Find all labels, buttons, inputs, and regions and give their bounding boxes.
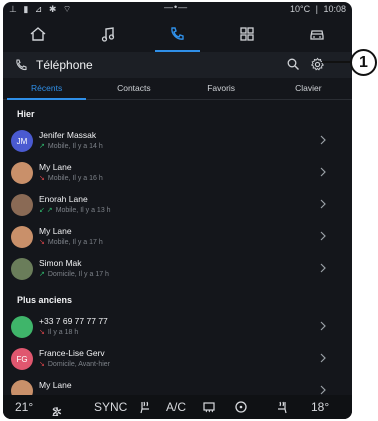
- call-row[interactable]: FG France-Lise Gerv ↘ Domicile, Avant-hier: [3, 344, 352, 376]
- section-header-older: Plus anciens: [17, 295, 73, 305]
- page-indicator: —•—: [164, 2, 189, 12]
- nav-phone[interactable]: [143, 16, 213, 52]
- chevron-right-icon[interactable]: [320, 263, 326, 273]
- home-icon: [30, 27, 46, 41]
- tab-keypad[interactable]: Clavier: [265, 78, 352, 99]
- chevron-right-icon[interactable]: [320, 321, 326, 331]
- contact-name: Enorah Lane: [39, 194, 88, 204]
- contact-name: Simon Mak: [39, 258, 82, 268]
- call-direction-icon: ↗: [39, 271, 45, 278]
- call-direction-icon: ↙ ↗: [39, 207, 53, 214]
- rear-defrost-icon[interactable]: [202, 400, 216, 414]
- chevron-right-icon[interactable]: [320, 135, 326, 145]
- call-detail: ↙ ↗ Mobile, Il y a 13 h: [39, 207, 111, 214]
- top-navigation: [3, 16, 352, 52]
- call-detail: ↗ Mobile, Il y a 14 h: [39, 143, 103, 150]
- call-detail: ↘ Mobile, Il y a 16 h: [39, 175, 103, 182]
- call-direction-icon: ↗: [39, 143, 45, 150]
- call-direction-icon: ↘: [39, 329, 45, 336]
- avatar: [11, 380, 33, 395]
- call-row[interactable]: +33 7 69 77 77 77 ↘ Il y a 18 h: [3, 312, 352, 344]
- car-icon: [310, 30, 324, 40]
- contact-name: +33 7 69 77 77 77: [39, 316, 108, 326]
- seat-heat-icon[interactable]: [138, 400, 152, 414]
- seat-heat-right-icon[interactable]: [275, 400, 289, 414]
- call-detail: ↘ Il y a 18 h: [39, 329, 79, 336]
- contact-name: My Lane: [39, 162, 72, 172]
- phone-tabs: Récents Contacts Favoris Clavier: [3, 78, 352, 100]
- callout-leader-line: [322, 61, 352, 63]
- infotainment-screen: ⊥ ▮ ⊿ ✱ ⌔ —•— 10°C | 10:08 Téléphone Réc…: [3, 2, 352, 419]
- apps-icon: [240, 27, 254, 41]
- avatar: JM: [11, 130, 33, 152]
- contact-name: My Lane: [39, 380, 72, 390]
- chevron-right-icon[interactable]: [320, 167, 326, 177]
- contact-name: My Lane: [39, 226, 72, 236]
- call-detail: ↘ Domicile, Avant-hier: [39, 361, 110, 368]
- call-direction-icon: ↘: [39, 175, 45, 182]
- outside-temp: 10°C: [289, 4, 311, 14]
- status-bar: ⊥ ▮ ⊿ ✱ ⌔ —•— 10°C | 10:08: [3, 2, 352, 16]
- tab-contacts[interactable]: Contacts: [90, 78, 177, 99]
- nav-home[interactable]: [3, 16, 73, 52]
- page-title: Téléphone: [36, 58, 93, 72]
- avatar: [11, 162, 33, 184]
- call-row[interactable]: My Lane ↘ Mobile, Il y a 17 h: [3, 222, 352, 254]
- status-right: 10°C | 10:08: [289, 4, 346, 14]
- recent-calls-list: Hier JM Jenifer Massak ↗ Mobile, Il y a 14 …: [3, 100, 352, 395]
- avatar: [11, 316, 33, 338]
- call-row[interactable]: My Lane ↘ Mobile, Il y a 16 h: [3, 158, 352, 190]
- chevron-right-icon[interactable]: [320, 353, 326, 363]
- steering-heat-icon[interactable]: [234, 400, 248, 414]
- call-direction-icon: ↘: [39, 361, 45, 368]
- driver-temp[interactable]: 21°: [15, 400, 33, 414]
- call-row[interactable]: Enorah Lane ↙ ↗ Mobile, Il y a 13 h: [3, 190, 352, 222]
- callout-marker: 1: [350, 49, 377, 76]
- ac-button[interactable]: A/C: [166, 400, 186, 414]
- chevron-right-icon[interactable]: [320, 231, 326, 241]
- call-row[interactable]: My Lane: [3, 376, 352, 395]
- call-detail: ↘ Mobile, Il y a 17 h: [39, 239, 103, 246]
- gear-icon[interactable]: [310, 57, 325, 72]
- phone-small-icon: [16, 59, 27, 71]
- phone-icon: [171, 27, 185, 40]
- avatar: FG: [11, 348, 33, 370]
- sync-button[interactable]: SYNC: [94, 400, 127, 414]
- tab-favorites[interactable]: Favoris: [178, 78, 265, 99]
- avatar: [11, 258, 33, 280]
- contact-name: Jenifer Massak: [39, 130, 97, 140]
- nav-apps[interactable]: [212, 16, 282, 52]
- search-icon[interactable]: [286, 57, 300, 71]
- status-icons: ⊥ ▮ ⊿ ✱ ⌔: [9, 4, 74, 14]
- avatar: [11, 194, 33, 216]
- phone-header: Téléphone: [3, 52, 352, 78]
- contact-name: France-Lise Gerv: [39, 348, 105, 358]
- nav-music[interactable]: [73, 16, 143, 52]
- chevron-right-icon[interactable]: [320, 385, 326, 395]
- clock: 10:08: [323, 4, 346, 14]
- section-header-yesterday: Hier: [17, 109, 35, 119]
- avatar: [11, 226, 33, 248]
- chevron-right-icon[interactable]: [320, 199, 326, 209]
- passenger-temp[interactable]: 18°: [311, 400, 329, 414]
- tab-recents[interactable]: Récents: [3, 78, 90, 100]
- call-direction-icon: ↘: [39, 239, 45, 246]
- nav-vehicle[interactable]: [282, 16, 352, 52]
- call-row[interactable]: JM Jenifer Massak ↗ Mobile, Il y a 14 h: [3, 126, 352, 158]
- call-row[interactable]: Simon Mak ↗ Domicile, Il y a 17 h: [3, 254, 352, 286]
- music-icon: [101, 27, 114, 42]
- call-detail: ↗ Domicile, Il y a 17 h: [39, 271, 109, 278]
- climate-bar: 21° ✲ 2 SYNC A/C 18°: [3, 395, 352, 419]
